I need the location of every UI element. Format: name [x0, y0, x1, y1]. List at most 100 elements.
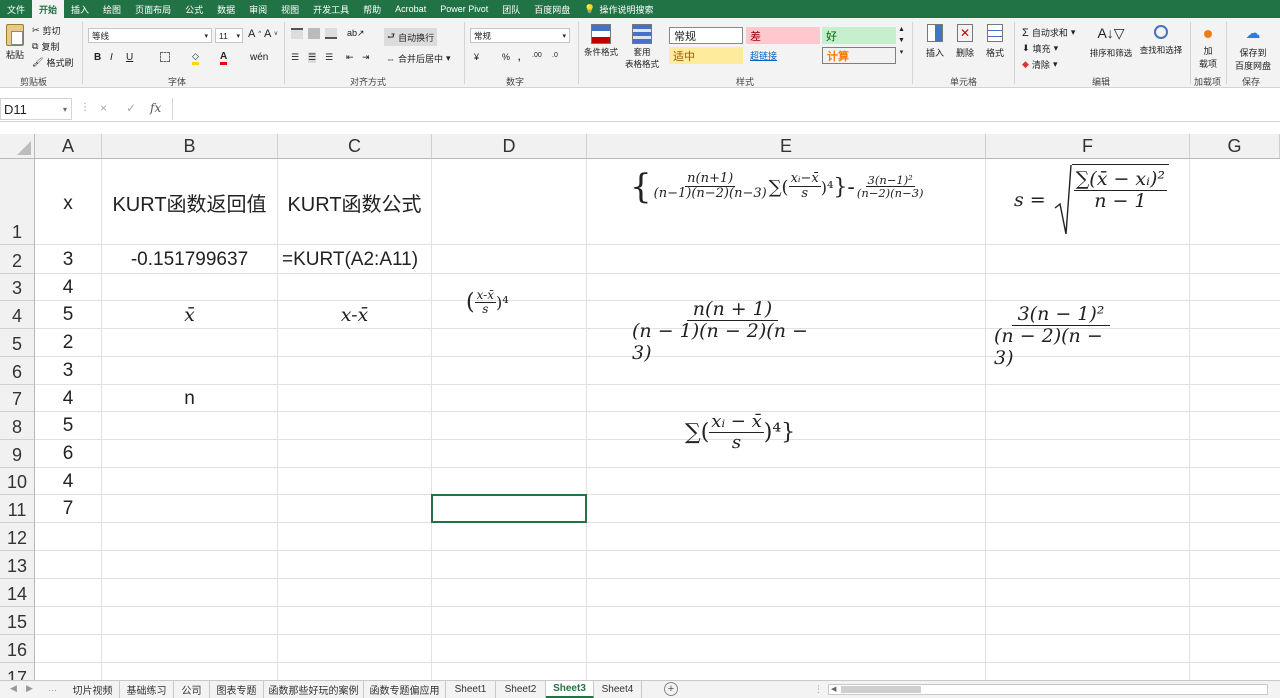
- cell-b7[interactable]: n: [102, 385, 277, 412]
- enter-button[interactable]: ✓: [126, 101, 136, 115]
- sheet-tab[interactable]: 函数专题偏应用: [364, 681, 446, 698]
- cancel-button[interactable]: ×: [100, 101, 107, 115]
- increase-indent-button[interactable]: ⇥: [362, 52, 370, 63]
- sheet-tab[interactable]: 图表专题: [210, 681, 264, 698]
- styles-scroll-buttons[interactable]: ▲ ▼ ▾: [898, 26, 905, 56]
- row-header-17[interactable]: 17: [0, 663, 35, 680]
- menu-baidu[interactable]: 百度网盘: [527, 0, 577, 18]
- cell-a11[interactable]: 7: [35, 495, 101, 523]
- align-top-button[interactable]: [291, 28, 303, 39]
- column-header-b[interactable]: B: [102, 134, 278, 159]
- sheet-tab[interactable]: Sheet4: [594, 681, 642, 698]
- align-right-button[interactable]: ☰: [325, 52, 333, 63]
- cell-a4[interactable]: 5: [35, 301, 101, 329]
- scrollbar-thumb[interactable]: [841, 686, 921, 693]
- worksheet-grid[interactable]: A B C D E F G 1 2 3 4 5 6 7 8 9 10 11 12…: [0, 134, 1280, 680]
- menu-acrobat[interactable]: Acrobat: [388, 0, 433, 18]
- orientation-button[interactable]: ab↗: [347, 28, 365, 39]
- menu-review[interactable]: 审阅: [242, 0, 274, 18]
- tab-more-left[interactable]: …: [48, 683, 57, 693]
- cell-a6[interactable]: 3: [35, 357, 101, 385]
- align-bottom-button[interactable]: [325, 28, 337, 39]
- currency-button[interactable]: ¥: [474, 52, 479, 62]
- clear-button[interactable]: ◆ 清除 ▾: [1022, 58, 1057, 71]
- tell-me-search[interactable]: 💡 操作说明搜索: [577, 0, 660, 18]
- menu-file[interactable]: 文件: [0, 0, 32, 18]
- comma-button[interactable]: ,: [518, 52, 521, 62]
- format-painter-button[interactable]: 🖌 格式刷: [32, 56, 73, 69]
- cell-b4[interactable]: x̄: [102, 301, 277, 329]
- select-all-button[interactable]: [0, 134, 35, 159]
- format-as-table-button[interactable]: 套用 表格格式: [620, 24, 664, 70]
- insert-cells-button[interactable]: 插入: [922, 24, 948, 59]
- decrease-indent-button[interactable]: ⇤: [346, 52, 354, 63]
- row-header-5[interactable]: 5: [0, 329, 35, 357]
- sheet-tab[interactable]: 公司: [174, 681, 210, 698]
- column-header-g[interactable]: G: [1190, 134, 1280, 159]
- menu-home[interactable]: 开始: [32, 0, 65, 18]
- row-header-14[interactable]: 14: [0, 579, 35, 607]
- percent-button[interactable]: %: [502, 52, 510, 62]
- column-header-e[interactable]: E: [587, 134, 986, 159]
- decrease-decimal-button[interactable]: .0: [552, 52, 558, 59]
- sheet-tab[interactable]: 基础练习: [120, 681, 174, 698]
- column-header-c[interactable]: C: [278, 134, 432, 159]
- formula-splitter[interactable]: ⋮: [80, 102, 90, 113]
- row-header-7[interactable]: 7: [0, 385, 35, 412]
- cell-c2[interactable]: =KURT(A2:A11): [278, 246, 438, 274]
- fill-button[interactable]: ⬇ 填充 ▾: [1022, 42, 1058, 55]
- style-good[interactable]: 好: [822, 27, 896, 44]
- font-name-select[interactable]: 等线 ▾: [88, 28, 212, 43]
- menu-insert[interactable]: 插入: [64, 0, 96, 18]
- addins-button[interactable]: 加 载项: [1194, 26, 1222, 70]
- scroll-left-arrow-icon[interactable]: ◀: [831, 685, 836, 693]
- delete-cells-button[interactable]: ✕ 删除: [952, 24, 978, 59]
- number-format-select[interactable]: 常规 ▾: [470, 28, 570, 43]
- find-select-button[interactable]: 查找和选择: [1136, 24, 1186, 56]
- row-header-16[interactable]: 16: [0, 635, 35, 663]
- menu-formulas[interactable]: 公式: [178, 0, 210, 18]
- autosum-button[interactable]: Σ 自动求和 ▾: [1022, 26, 1075, 39]
- cell-a3[interactable]: 4: [35, 274, 101, 301]
- sheet-tab[interactable]: Sheet2: [496, 681, 546, 698]
- horizontal-scrollbar[interactable]: ◀: [828, 684, 1268, 695]
- formula-input[interactable]: [172, 98, 1280, 120]
- tab-scroll-left[interactable]: ◀: [10, 683, 17, 694]
- cell-a1[interactable]: x: [35, 189, 101, 219]
- menu-help[interactable]: 帮助: [356, 0, 388, 18]
- cell-a2[interactable]: 3: [35, 246, 101, 274]
- phonetic-button[interactable]: wén: [250, 52, 268, 63]
- style-neutral[interactable]: 适中: [669, 47, 743, 64]
- row-header-2[interactable]: 2: [0, 245, 35, 274]
- tab-splitter[interactable]: ⋮: [814, 684, 823, 695]
- font-color-button[interactable]: A: [220, 51, 228, 65]
- sheet-tab[interactable]: 切片视频: [66, 681, 120, 698]
- column-header-d[interactable]: D: [432, 134, 587, 159]
- cell-a8[interactable]: 5: [35, 412, 101, 440]
- increase-decimal-button[interactable]: .00: [532, 52, 542, 59]
- menu-data[interactable]: 数据: [210, 0, 242, 18]
- menu-page-layout[interactable]: 页面布局: [128, 0, 178, 18]
- fill-color-button[interactable]: ◇: [192, 51, 199, 65]
- bold-button[interactable]: B: [94, 52, 101, 63]
- row-header-8[interactable]: 8: [0, 412, 35, 440]
- font-size-select[interactable]: 11 ▾: [215, 28, 243, 43]
- cut-button[interactable]: ✂ 剪切: [32, 24, 61, 37]
- selected-cell-d11[interactable]: [431, 494, 587, 523]
- row-header-12[interactable]: 12: [0, 523, 35, 551]
- format-cells-button[interactable]: 格式: [982, 24, 1008, 59]
- name-box[interactable]: D11 ▾: [0, 98, 72, 120]
- merge-center-button[interactable]: ⇔ 合并后居中 ▾: [386, 52, 451, 65]
- row-header-11[interactable]: 11: [0, 495, 35, 523]
- cell-a10[interactable]: 4: [35, 468, 101, 495]
- wrap-text-button[interactable]: ⮐ 自动换行: [384, 28, 438, 46]
- copy-button[interactable]: ⧉ 复制: [32, 40, 59, 53]
- style-calc[interactable]: 计算: [822, 47, 896, 64]
- shrink-font-button[interactable]: Av: [264, 28, 277, 40]
- style-hyperlink[interactable]: 超链接: [746, 47, 820, 64]
- grow-font-button[interactable]: A ^: [248, 28, 261, 40]
- row-header-1[interactable]: 1: [0, 159, 35, 245]
- align-middle-button[interactable]: [308, 28, 320, 39]
- cell-a7[interactable]: 4: [35, 385, 101, 412]
- menu-draw[interactable]: 绘图: [96, 0, 128, 18]
